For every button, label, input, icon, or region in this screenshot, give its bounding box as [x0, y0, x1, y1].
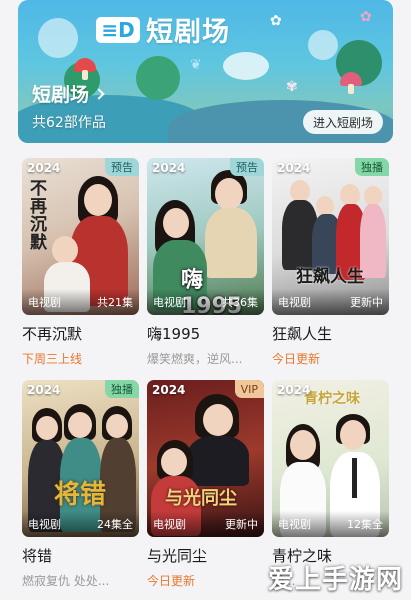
poster-image[interactable]: 嗨1995 2024 预告 电视剧 共36集	[147, 158, 264, 315]
drama-card[interactable]: 狂飙人生 2024 独播 电视剧 更新中 狂飙人生 今日更新	[272, 158, 389, 367]
poster-footer: 电视剧 更新中	[147, 511, 264, 537]
drama-card[interactable]: 与光同尘 2024 VIP 电视剧 更新中 与光同尘 今日更新	[147, 380, 264, 589]
poster-art-title: 狂飙人生	[296, 267, 364, 287]
year-label: 2024	[27, 161, 61, 175]
flower-icon: ✿	[360, 9, 372, 25]
exclusive-badge: 独播	[355, 158, 389, 176]
poster-footer: 电视剧 更新中	[272, 289, 389, 315]
drama-title[interactable]: 嗨1995	[147, 323, 264, 344]
enter-short-drama-button[interactable]: 进入短剧场	[302, 110, 383, 134]
type-label: 电视剧	[153, 518, 186, 531]
figure-decoration	[68, 412, 92, 438]
figure-decoration	[340, 420, 366, 450]
year-label: 2024	[277, 383, 311, 397]
logo-badge: ≡D	[96, 16, 140, 43]
flower-icon: ✿	[270, 13, 282, 29]
year-label: 2024	[152, 383, 186, 397]
year-label: 2024	[152, 161, 186, 175]
figure-decoration	[163, 208, 189, 238]
poster-image[interactable]: 青柠之味 2024 电视剧 12集全	[272, 380, 389, 537]
figure-decoration	[316, 196, 334, 216]
episode-count: 共21集	[97, 296, 133, 309]
figure-decoration	[203, 404, 233, 436]
logo-text: 短剧场	[146, 17, 230, 48]
short-drama-logo: ≡D 短剧场	[96, 10, 230, 49]
poster-footer: 电视剧 12集全	[272, 511, 389, 537]
site-watermark: 爱上手游网	[267, 565, 403, 595]
mushroom-decoration	[74, 58, 96, 80]
episode-count: 更新中	[350, 296, 383, 309]
type-label: 电视剧	[153, 296, 186, 309]
butterfly-icon: ❦	[190, 57, 202, 73]
poster-footer: 电视剧 共36集	[147, 289, 264, 315]
short-drama-banner[interactable]: ✿ ✿ ❦ ✾ ≡D 短剧场 短剧场 共62部作品 进入短剧场	[18, 0, 393, 143]
cloud-decoration	[223, 52, 269, 80]
poster-art-title: 与光同尘	[165, 488, 237, 509]
drama-card[interactable]: 将错 2024 独播 电视剧 24集全 将错 燃寂复仇 处处...	[22, 380, 139, 589]
bubble-decoration	[308, 30, 338, 60]
poster-image[interactable]: 与光同尘 2024 VIP 电视剧 更新中	[147, 380, 264, 537]
poster-image[interactable]: 狂飙人生 2024 独播 电视剧 更新中	[272, 158, 389, 315]
drama-subtitle: 爆笑燃爽，逆风...	[147, 352, 243, 366]
figure-decoration	[364, 186, 382, 206]
exclusive-badge: 独播	[105, 380, 139, 398]
banner-title-link[interactable]: 短剧场	[32, 80, 105, 107]
drama-card[interactable]: 不再沉默 2024 预告 电视剧 共21集 不再沉默 下周三上线	[22, 158, 139, 367]
banner-title: 短剧场	[32, 84, 90, 106]
figure-decoration	[290, 430, 316, 460]
poster-footer: 电视剧 共21集	[22, 289, 139, 315]
drama-card[interactable]: 青柠之味 2024 电视剧 12集全 青柠之味 酸...	[272, 380, 389, 589]
poster-art-title: 将错	[54, 480, 107, 510]
poster-art-title: 青柠之味	[304, 391, 360, 407]
figure-decoration	[161, 448, 187, 476]
vip-badge: VIP	[234, 380, 264, 398]
type-label: 电视剧	[278, 518, 311, 531]
bubble-decoration	[38, 18, 78, 58]
figure-decoration	[290, 180, 310, 202]
drama-card[interactable]: 嗨1995 2024 预告 电视剧 共36集 嗨1995 爆笑燃爽，逆风...	[147, 158, 264, 367]
episode-count: 共36集	[222, 296, 258, 309]
figure-decoration	[340, 184, 360, 206]
episode-count: 24集全	[97, 518, 133, 531]
drama-subtitle: 燃寂复仇 处处...	[22, 574, 110, 588]
flower-icon: ✾	[286, 79, 298, 95]
type-label: 电视剧	[28, 296, 61, 309]
drama-title[interactable]: 与光同尘	[147, 545, 264, 566]
episode-count: 更新中	[225, 518, 258, 531]
year-label: 2024	[27, 383, 61, 397]
drama-title[interactable]: 将错	[22, 545, 139, 566]
figure-decoration	[215, 178, 243, 210]
banner-count: 共62部作品	[32, 115, 106, 131]
poster-image[interactable]: 不再沉默 2024 预告 电视剧 共21集	[22, 158, 139, 315]
episode-count: 12集全	[347, 518, 383, 531]
tie-decoration	[352, 458, 357, 498]
preview-badge: 预告	[105, 158, 139, 176]
tree-decoration	[136, 56, 180, 100]
drama-title[interactable]: 狂飙人生	[272, 323, 389, 344]
type-label: 电视剧	[278, 296, 311, 309]
poster-image[interactable]: 将错 2024 独播 电视剧 24集全	[22, 380, 139, 537]
drama-subtitle: 今日更新	[272, 352, 321, 366]
drama-subtitle: 下周三上线	[22, 352, 83, 366]
figure-decoration	[106, 414, 128, 438]
poster-art-title: 不再沉默	[30, 179, 47, 253]
preview-badge: 预告	[230, 158, 264, 176]
figure-decoration	[187, 436, 249, 486]
year-label: 2024	[277, 161, 311, 175]
drama-title[interactable]: 不再沉默	[22, 323, 139, 344]
drama-subtitle: 今日更新	[147, 574, 196, 588]
poster-footer: 电视剧 24集全	[22, 511, 139, 537]
figure-decoration	[36, 416, 58, 440]
figure-decoration	[84, 184, 112, 216]
chevron-right-icon	[93, 87, 105, 100]
type-label: 电视剧	[28, 518, 61, 531]
